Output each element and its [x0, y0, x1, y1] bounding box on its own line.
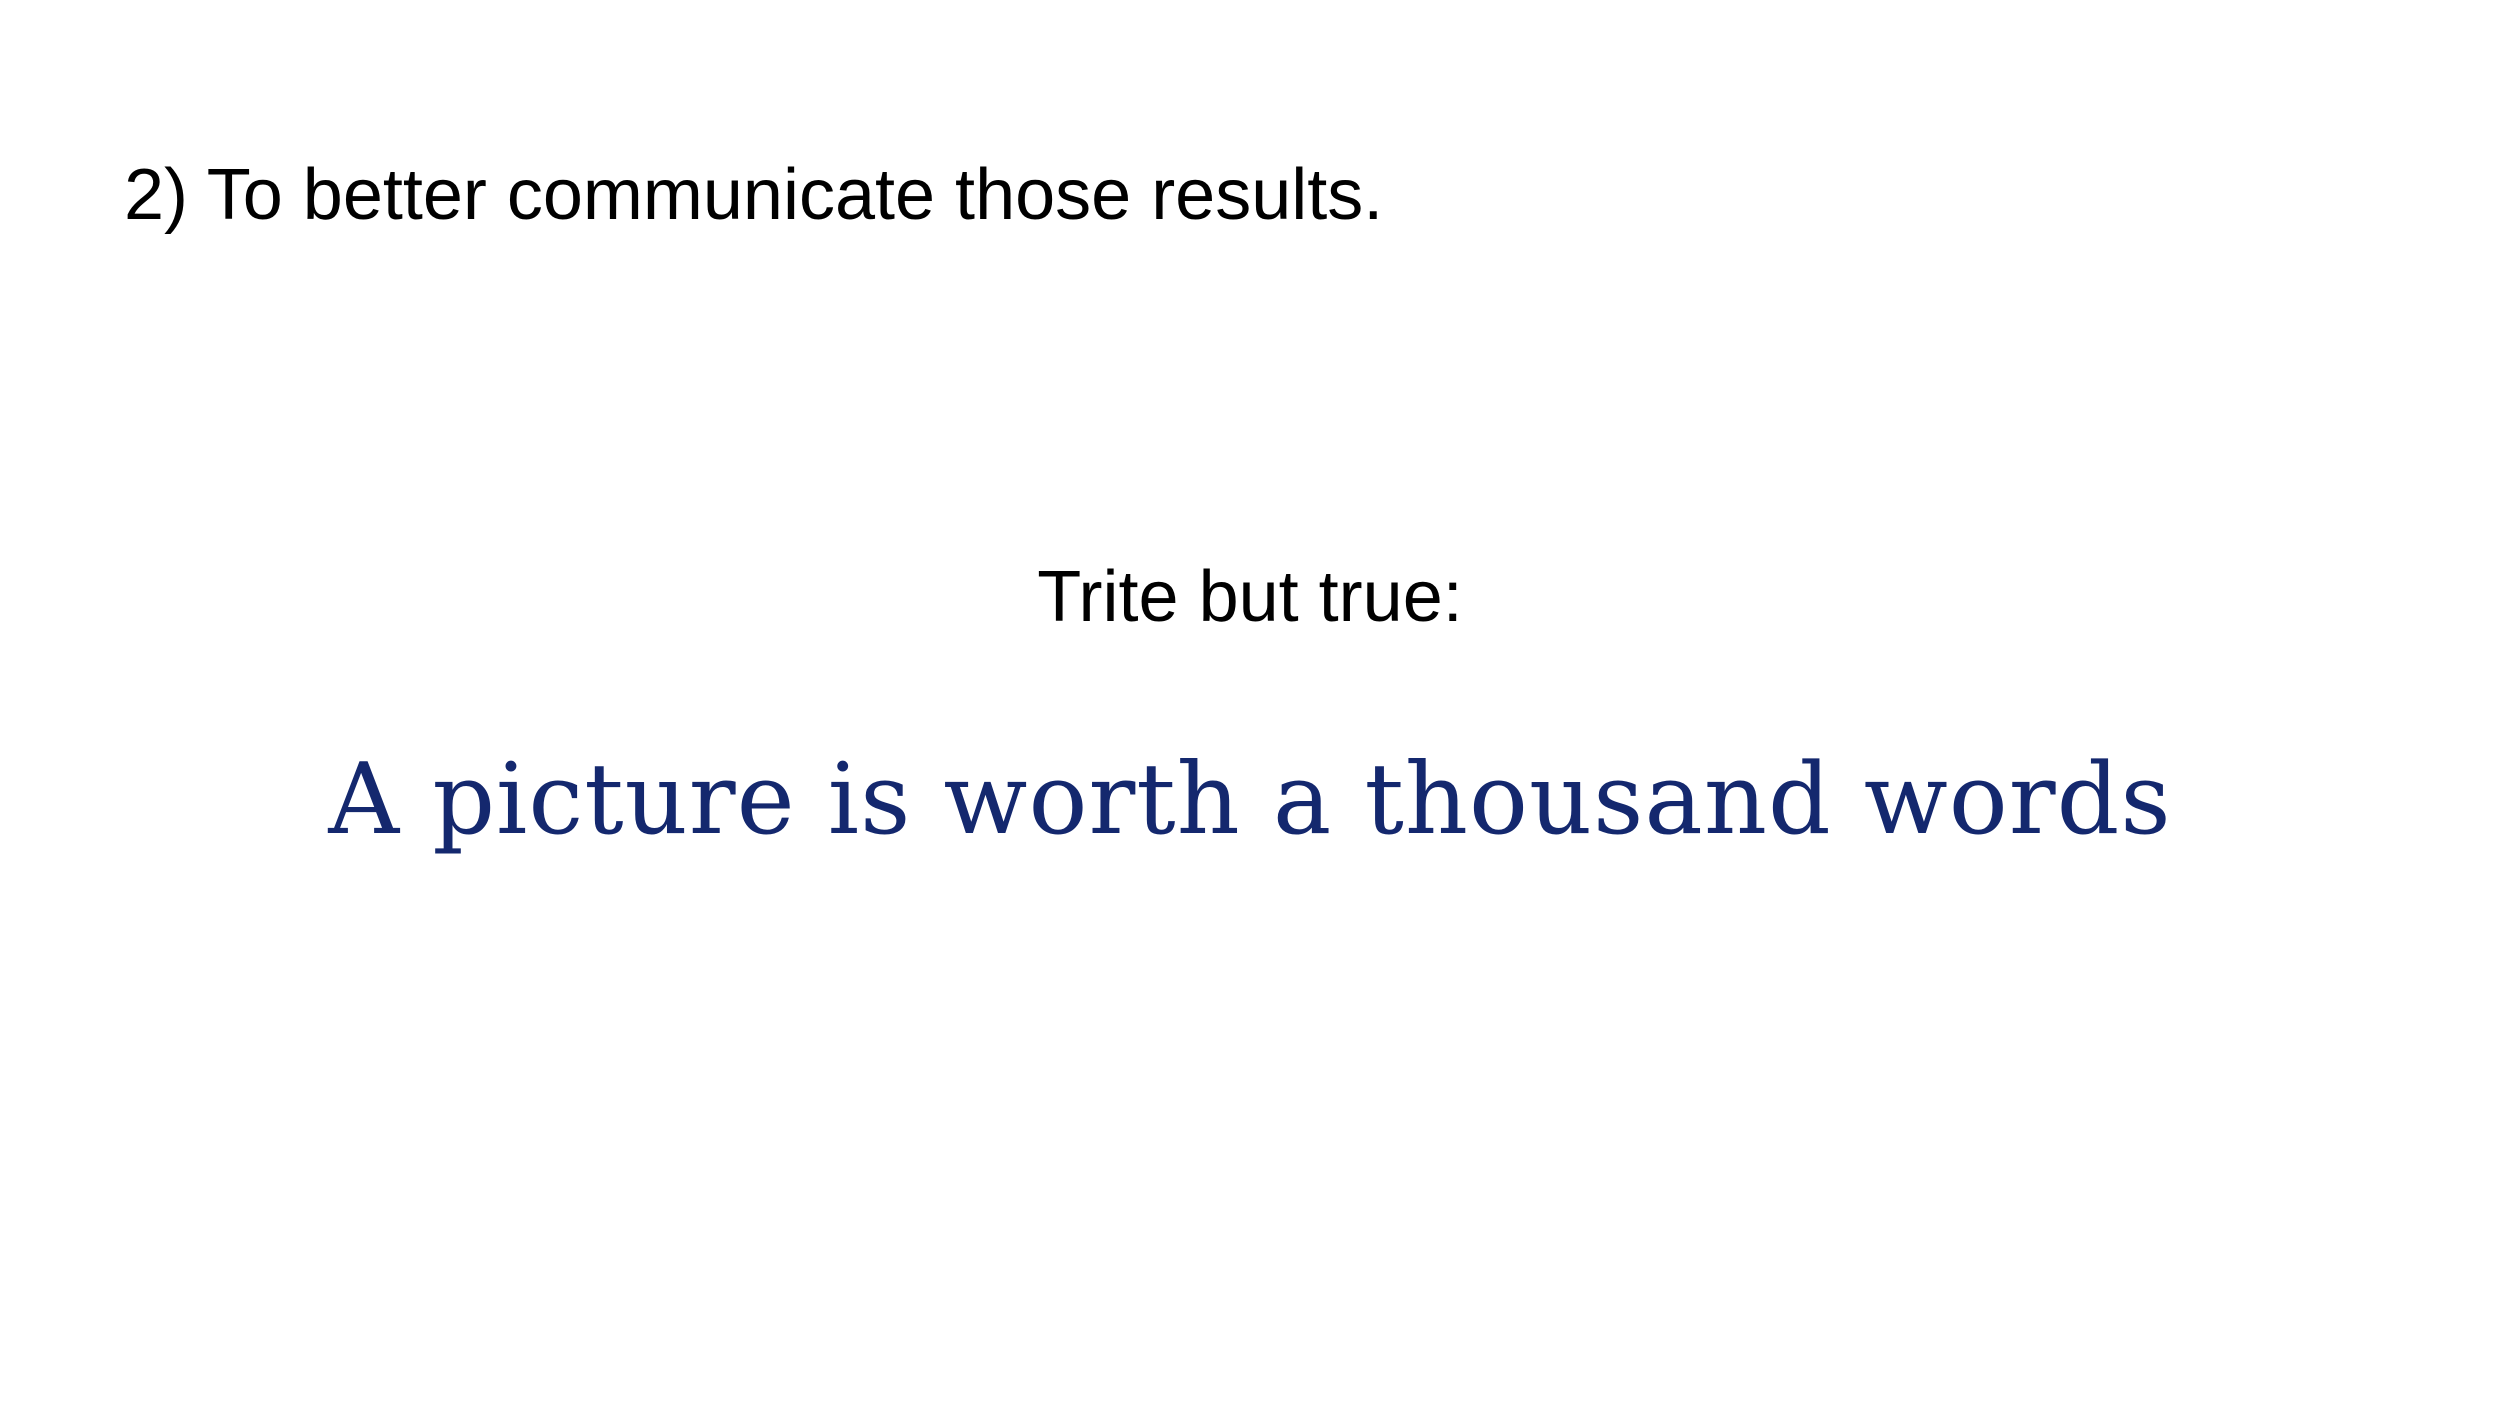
slide-heading: 2) To better communicate those results. — [124, 155, 1384, 235]
slide: 2) To better communicate those results. … — [0, 0, 2500, 1406]
quote-text: A picture is worth a thousand words — [328, 743, 2172, 857]
lead-text: Trite but true: — [1037, 557, 1463, 637]
